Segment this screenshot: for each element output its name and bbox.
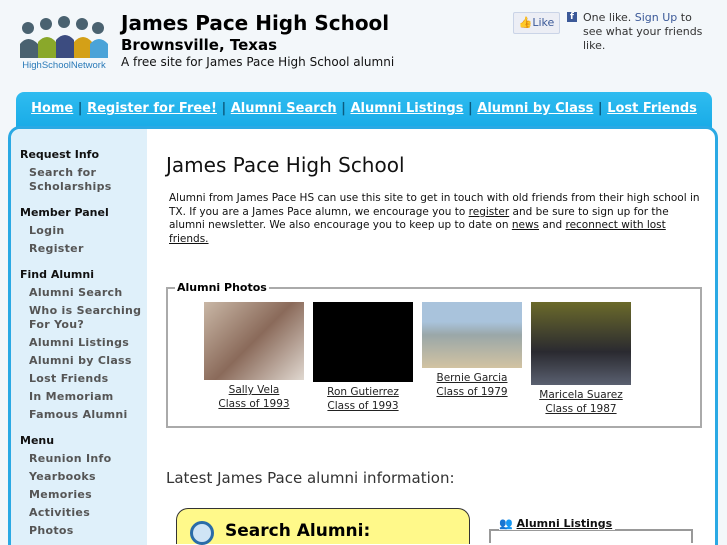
sidebar-item[interactable]: Reunion Info	[29, 452, 147, 466]
globe-search-icon	[190, 521, 214, 545]
sidebar-item[interactable]: Alumni by Class	[29, 354, 147, 368]
alumni-photo-card[interactable]: Ron Gutierrez Class of 1993	[308, 302, 418, 413]
sidebar-item[interactable]: Photos	[29, 524, 147, 538]
sidebar-item[interactable]: In Memoriam	[29, 390, 147, 404]
nav-alumni-search[interactable]: Alumni Search	[231, 101, 337, 116]
alumni-class-link[interactable]: Class of 1993	[327, 400, 398, 412]
sidebar-item[interactable]: Famous Alumni	[29, 408, 147, 422]
alumni-photo-card[interactable]: Maricela Suarez Class of 1987	[526, 302, 636, 416]
alumni-photo-card[interactable]: Bernie Garcia Class of 1979	[417, 302, 527, 399]
alumni-class-link[interactable]: Class of 1993	[218, 398, 289, 410]
page-title: James Pace High School	[166, 153, 405, 177]
nav-alumni-listings[interactable]: Alumni Listings	[350, 101, 463, 116]
high-school-network-logo: HighSchoolNetwork	[20, 16, 108, 70]
sidebar-item[interactable]: Alumni Listings	[29, 336, 147, 350]
latest-heading: Latest James Pace alumni information:	[166, 469, 455, 487]
people-icon: 👥	[499, 517, 513, 530]
nav-home[interactable]: Home	[31, 101, 73, 116]
sidebar-item[interactable]: Memories	[29, 488, 147, 502]
content: James Pace High School Alumni from James…	[147, 129, 715, 545]
facebook-signup-link[interactable]: Sign Up	[635, 11, 678, 24]
sidebar: Request Info Search for Scholarships Membe…	[11, 129, 147, 545]
sidebar-item[interactable]: Login	[29, 224, 147, 238]
alumni-name-link[interactable]: Maricela Suarez	[539, 389, 622, 401]
sidebar-heading: Request Info	[20, 148, 99, 161]
nav-alumni-by-class[interactable]: Alumni by Class	[477, 101, 593, 116]
alumni-photo[interactable]	[531, 302, 631, 385]
sidebar-heading: Find Alumni	[20, 268, 94, 281]
alumni-photos: Alumni Photos Sally Vela Class of 1993 Ron…	[166, 281, 702, 428]
main-container: Request Info Search for Scholarships Membe…	[8, 126, 718, 545]
svg-text:HighSchoolNetwork: HighSchoolNetwork	[22, 60, 106, 70]
sidebar-item[interactable]: Register	[29, 242, 147, 256]
sidebar-item[interactable]: Who is Searching For You?	[29, 304, 147, 332]
facebook-like-text: One like. Sign Up to see what your frien…	[583, 11, 703, 52]
nav-lost-friends[interactable]: Lost Friends	[607, 101, 697, 116]
alumni-listings-link[interactable]: Alumni Listings	[517, 517, 613, 530]
alumni-photo[interactable]	[422, 302, 522, 368]
site-location: Brownsville, Texas	[121, 36, 278, 54]
sidebar-item[interactable]: Activities	[29, 506, 147, 520]
news-link[interactable]: news	[512, 219, 539, 231]
sidebar-heading: Member Panel	[20, 206, 109, 219]
sidebar-item[interactable]: Yearbooks	[29, 470, 147, 484]
facebook-icon: f	[567, 12, 577, 22]
nav-register[interactable]: Register for Free!	[87, 101, 217, 116]
alumni-photos-legend: Alumni Photos	[175, 281, 269, 294]
alumni-photo[interactable]	[204, 302, 304, 380]
site-tagline: A free site for James Pace High School a…	[121, 55, 395, 69]
alumni-class-link[interactable]: Class of 1979	[436, 386, 507, 398]
alumni-photo-card[interactable]: Sally Vela Class of 1993	[199, 302, 309, 411]
sidebar-item[interactable]: Lost Friends	[29, 372, 147, 386]
sidebar-heading: Menu	[20, 434, 55, 447]
thumbs-up-icon: 👍	[518, 16, 533, 29]
sidebar-item[interactable]: Alumni Search	[29, 286, 147, 300]
search-alumni-title: Search Alumni:	[225, 521, 371, 541]
alumni-name-link[interactable]: Ron Gutierrez	[327, 386, 399, 398]
alumni-class-link[interactable]: Class of 1987	[545, 403, 616, 415]
alumni-name-link[interactable]: Bernie Garcia	[437, 372, 508, 384]
search-alumni-box[interactable]: Search Alumni:	[176, 508, 470, 545]
sidebar-item[interactable]: Search for Scholarships	[29, 166, 147, 194]
alumni-name-link[interactable]: Sally Vela	[229, 384, 280, 396]
facebook-like-button[interactable]: 👍Like	[513, 12, 560, 34]
alumni-photo[interactable]	[313, 302, 413, 382]
register-link[interactable]: register	[469, 206, 510, 218]
intro-text: Alumni from James Pace HS can use this s…	[169, 192, 700, 245]
site-title: James Pace High School	[121, 11, 390, 35]
alumni-listings-box: 👥 Alumni Listings	[489, 517, 693, 543]
